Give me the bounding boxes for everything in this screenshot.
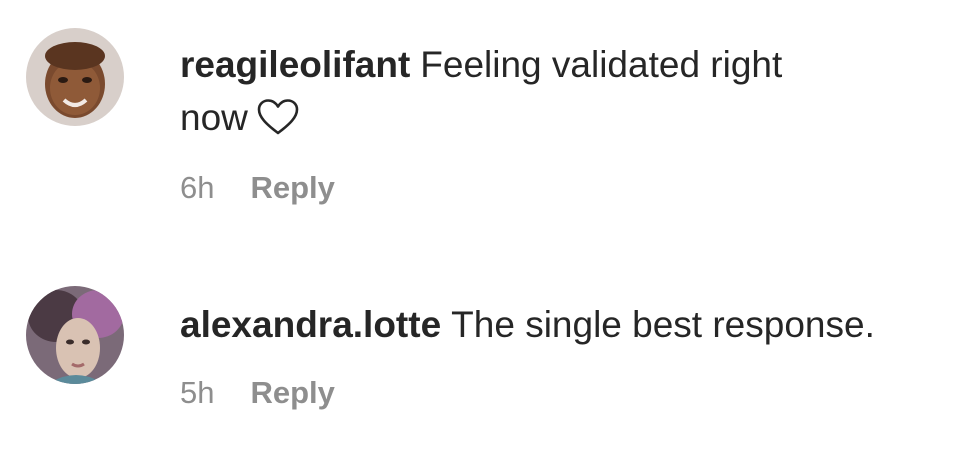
comment-text: alexandra.lotte The single best response. — [180, 298, 960, 351]
comment-item: alexandra.lotte The single best response.… — [0, 230, 980, 451]
comment-username[interactable]: reagileolifant — [180, 44, 410, 85]
avatar[interactable] — [26, 28, 124, 126]
comment-username[interactable]: alexandra.lotte — [180, 304, 441, 345]
reply-button[interactable]: Reply — [250, 170, 334, 205]
avatar-image — [26, 28, 124, 126]
comment-meta: 5h Reply — [180, 375, 960, 411]
comment-body: alexandra.lotte The single best response.… — [180, 298, 960, 411]
avatar[interactable] — [26, 286, 124, 384]
comment-item: reagileolifant Feeling validated right no… — [0, 0, 980, 230]
comment-text-line2: now — [180, 97, 248, 138]
comment-text-line1: The single best response. — [451, 304, 875, 345]
reply-button[interactable]: Reply — [250, 375, 334, 410]
comment-text-line1: Feeling validated right — [420, 44, 783, 85]
white-heart-icon — [257, 99, 299, 135]
comment-meta: 6h Reply — [180, 170, 960, 206]
avatar-image — [26, 286, 124, 384]
comment-timestamp: 5h — [180, 375, 215, 410]
comment-body: reagileolifant Feeling validated right no… — [180, 38, 960, 206]
comment-text: reagileolifant Feeling validated right no… — [180, 38, 960, 144]
comment-timestamp: 6h — [180, 170, 215, 205]
